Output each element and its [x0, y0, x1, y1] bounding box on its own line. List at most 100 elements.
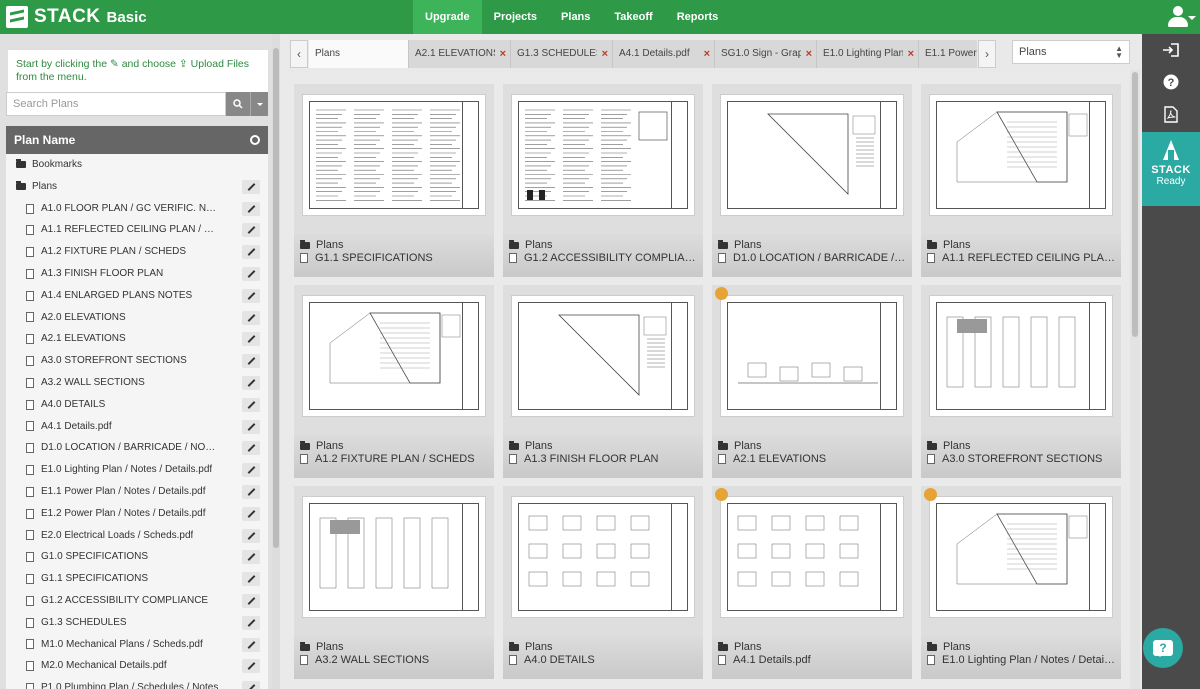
pencil-icon[interactable] [242, 419, 260, 434]
plan-tab[interactable]: A4.1 Details.pdf × [613, 40, 715, 68]
tree-plan-item[interactable]: A2.0 ELEVATIONS [6, 307, 268, 329]
tree-plan-item[interactable]: A3.2 WALL SECTIONS [6, 372, 268, 394]
sidebar-scroll-thumb[interactable] [273, 48, 279, 548]
plan-tab[interactable]: Plans [309, 40, 409, 68]
pencil-icon[interactable] [242, 593, 260, 608]
nav-takeoff[interactable]: Takeoff [602, 0, 664, 34]
help-button[interactable]: ? [1142, 66, 1200, 98]
tree-plan-item[interactable]: M2.0 Mechanical Details.pdf [6, 655, 268, 677]
plan-card[interactable]: Plans A3.2 WALL SECTIONS [294, 486, 494, 679]
tree-folder[interactable]: Bookmarks [6, 154, 268, 176]
tree-plan-item[interactable]: A4.0 DETAILS [6, 394, 268, 416]
plan-card[interactable]: Plans A1.3 FINISH FLOOR PLAN [503, 285, 703, 478]
gear-icon[interactable] [250, 135, 260, 145]
pdf-export-button[interactable] [1142, 98, 1200, 130]
pencil-icon[interactable] [242, 375, 260, 390]
plan-thumbnail[interactable] [929, 295, 1113, 417]
plan-card[interactable]: Plans A4.1 Details.pdf [712, 486, 912, 679]
upload-files-link[interactable]: Upload Files [191, 58, 249, 70]
plan-thumbnail[interactable] [720, 496, 904, 618]
pencil-icon[interactable] [242, 572, 260, 587]
pencil-icon[interactable] [242, 223, 260, 238]
tree-plan-item[interactable]: A1.1 REFLECTED CEILING PLAN / DE... [6, 219, 268, 241]
tree-plan-item[interactable]: A1.4 ENLARGED PLANS NOTES [6, 285, 268, 307]
plan-thumbnail[interactable] [511, 295, 695, 417]
tree-plan-item[interactable]: E1.2 Power Plan / Notes / Details.pdf [6, 503, 268, 525]
plan-thumbnail[interactable] [929, 496, 1113, 618]
user-menu-icon[interactable] [1166, 6, 1196, 28]
plan-tab[interactable]: SG1.0 Sign - Graphics × [715, 40, 817, 68]
pencil-icon[interactable] [242, 615, 260, 630]
pencil-icon[interactable] [242, 550, 260, 565]
view-select[interactable]: Plans ▲ ▼ [1012, 40, 1130, 64]
plan-tab[interactable]: A2.1 ELEVATIONS × [409, 40, 511, 68]
plan-card[interactable]: PlansD1.0 LOCATION / BARRICADE / NOTE... [712, 84, 912, 277]
close-icon[interactable]: × [500, 40, 506, 68]
grid-scrollbar[interactable] [1130, 70, 1140, 689]
stack-ready-panel[interactable]: STACK Ready [1142, 132, 1200, 206]
tree-plan-item[interactable]: A2.1 ELEVATIONS [6, 328, 268, 350]
plan-thumbnail[interactable] [720, 295, 904, 417]
pencil-icon[interactable] [242, 681, 260, 689]
tree-plan-item[interactable]: G1.1 SPECIFICATIONS [6, 568, 268, 590]
pencil-icon[interactable] [242, 659, 260, 674]
plan-tab[interactable]: E1.1 Power Plan× [919, 40, 977, 68]
plan-tab[interactable]: E1.0 Lighting Plan × [817, 40, 919, 68]
plan-thumbnail[interactable] [302, 496, 486, 618]
search-button[interactable] [226, 92, 250, 116]
tree-plan-item[interactable]: E1.1 Power Plan / Notes / Details.pdf [6, 481, 268, 503]
pencil-icon[interactable] [242, 245, 260, 260]
sidebar-scrollbar[interactable] [272, 34, 280, 689]
pencil-icon[interactable] [242, 397, 260, 412]
tree-plan-item[interactable]: G1.2 ACCESSIBILITY COMPLIANCE [6, 590, 268, 612]
plan-name-header[interactable]: Plan Name [6, 126, 268, 154]
tree-plan-item[interactable]: A1.3 FINISH FLOOR PLAN [6, 263, 268, 285]
plan-thumbnail[interactable] [511, 496, 695, 618]
pencil-icon[interactable] [242, 179, 260, 194]
plan-thumbnail[interactable] [302, 295, 486, 417]
tree-plan-item[interactable]: M1.0 Mechanical Plans / Scheds.pdf [6, 634, 268, 656]
pencil-icon[interactable] [242, 288, 260, 303]
tree-plan-item[interactable]: E1.0 Lighting Plan / Notes / Details.pdf [6, 459, 268, 481]
plan-card[interactable]: Plans G1.2 ACCESSIBILITY COMPLIANCE [503, 84, 703, 277]
plan-card[interactable]: Plans A3.0 STOREFRONT SECTIONS [921, 285, 1121, 478]
search-options-dropdown[interactable] [250, 92, 268, 116]
pencil-icon[interactable] [242, 637, 260, 652]
grid-scroll-thumb[interactable] [1132, 72, 1138, 337]
tree-plan-item[interactable]: G1.3 SCHEDULES [6, 612, 268, 634]
stack-logo[interactable]: STACK Basic [6, 4, 147, 30]
tree-plan-item[interactable]: P1.0 Plumbing Plan / Schedules / Notes [6, 677, 268, 689]
pencil-icon[interactable] [242, 441, 260, 456]
pencil-icon[interactable] [242, 266, 260, 281]
tree-plan-item[interactable]: D1.0 LOCATION / BARRICADE / NOTE... [6, 437, 268, 459]
plan-thumbnail[interactable] [302, 94, 486, 216]
pencil-icon[interactable] [242, 463, 260, 478]
plan-thumbnail[interactable] [929, 94, 1113, 216]
tree-folder[interactable]: Plans [6, 176, 268, 198]
tree-plan-item[interactable]: A1.0 FLOOR PLAN / GC VERIFIC. NOT... [6, 198, 268, 220]
nav-reports[interactable]: Reports [665, 0, 731, 34]
plan-card[interactable]: Plans E1.0 Lighting Plan / Notes / Detail… [921, 486, 1121, 679]
tree-plan-item[interactable]: A3.0 STOREFRONT SECTIONS [6, 350, 268, 372]
nav-upgrade[interactable]: Upgrade [413, 0, 482, 34]
plan-thumbnail[interactable] [720, 94, 904, 216]
pencil-icon[interactable] [242, 484, 260, 499]
search-plans-input[interactable] [6, 92, 226, 116]
plan-card[interactable]: Plans G1.1 SPECIFICATIONS [294, 84, 494, 277]
close-icon[interactable]: × [908, 40, 914, 68]
plan-card[interactable]: Plans A2.1 ELEVATIONS [712, 285, 912, 478]
pencil-icon[interactable] [242, 354, 260, 369]
pencil-icon[interactable] [242, 332, 260, 347]
plan-thumbnail[interactable] [511, 94, 695, 216]
plan-tab[interactable]: G1.3 SCHEDULES × [511, 40, 613, 68]
close-icon[interactable]: × [806, 40, 812, 68]
tab-scroll-right-button[interactable]: › [978, 40, 996, 68]
pencil-icon[interactable] [242, 506, 260, 521]
tree-plan-item[interactable]: A4.1 Details.pdf [6, 416, 268, 438]
nav-plans[interactable]: Plans [549, 0, 602, 34]
chat-support-button[interactable]: ? [1143, 628, 1183, 668]
tree-plan-item[interactable]: A1.2 FIXTURE PLAN / SCHEDS [6, 241, 268, 263]
plan-card[interactable]: Plans A1.2 FIXTURE PLAN / SCHEDS [294, 285, 494, 478]
tree-plan-item[interactable]: E2.0 Electrical Loads / Scheds.pdf [6, 525, 268, 547]
exit-button[interactable] [1142, 34, 1200, 66]
